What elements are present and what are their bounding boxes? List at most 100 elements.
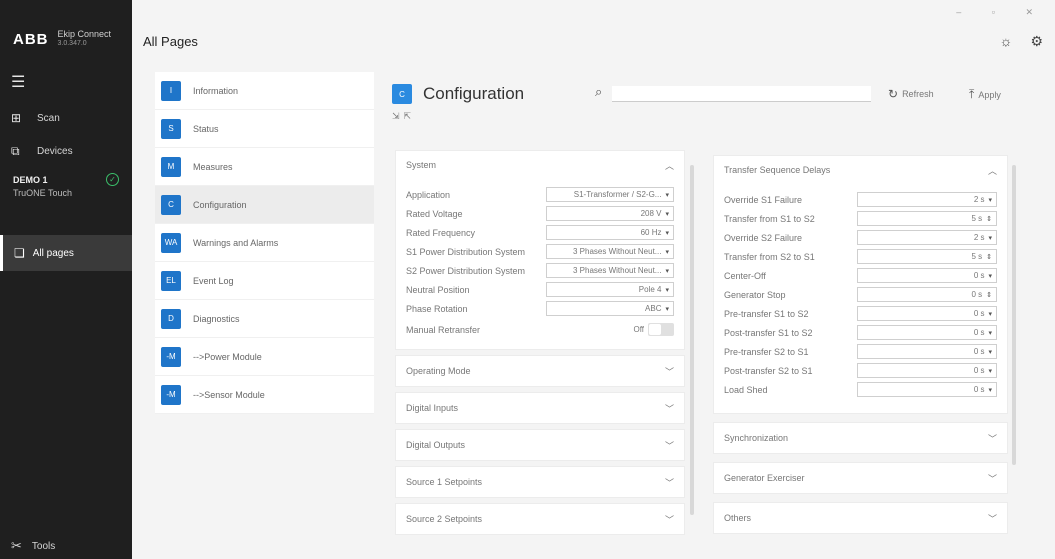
lightbulb-icon[interactable]: ☼	[1000, 33, 1013, 49]
header-icons: ☼ ⚙	[982, 33, 1043, 50]
page-badge: I	[161, 80, 181, 101]
field-dropdown[interactable]: 2 s ▾	[857, 230, 997, 245]
delay-field-row: Center-Off 0 s ▾	[714, 266, 1007, 285]
field-label: Override S2 Failure	[724, 232, 803, 243]
sidebar-item-tools[interactable]: ✂ Tools	[11, 538, 55, 554]
hamburger-icon[interactable]: ☰	[11, 72, 25, 92]
system-field-row: S1 Power Distribution System 3 Phases Wi…	[396, 242, 684, 261]
field-value: 3 Phases Without Neut...	[572, 266, 662, 275]
page-badge: M	[161, 156, 181, 177]
sidebar-item-scan[interactable]: ⊞ Scan	[0, 103, 132, 133]
chevron-down-icon: ﹀	[664, 403, 674, 414]
delays-header[interactable]: Transfer Sequence Delays ︿	[714, 156, 1007, 184]
page-label: Warnings and Alarms	[193, 237, 279, 248]
page-item[interactable]: EL Event Log	[155, 262, 374, 300]
field-value: 0 s	[971, 290, 983, 299]
delays-panel: Transfer Sequence Delays ︿ Override S1 F…	[713, 155, 1008, 414]
system-field-row: S2 Power Distribution System 3 Phases Wi…	[396, 261, 684, 280]
chevron-up-icon[interactable]: ︿	[988, 164, 997, 177]
field-dropdown[interactable]: 0 s ▾	[857, 306, 997, 321]
search-input[interactable]	[612, 86, 871, 102]
page-item[interactable]: M Measures	[155, 148, 374, 186]
field-dropdown[interactable]: 0 s ▾	[857, 325, 997, 340]
page-item[interactable]: WA Warnings and Alarms	[155, 224, 374, 262]
section-header[interactable]: Digital Outputs ﹀	[395, 429, 685, 461]
page-label: Diagnostics	[193, 313, 240, 324]
device-entry[interactable]: DEMO 1 TruONE Touch ✓	[13, 173, 123, 198]
manual-retransfer-row: Manual Retransfer Off	[396, 320, 684, 339]
expand-all-icon[interactable]: ⇲	[392, 111, 404, 121]
field-value: 0 s	[973, 385, 985, 394]
apply-label: Apply	[978, 89, 1001, 100]
field-label: Center-Off	[724, 270, 766, 281]
section-header[interactable]: Digital Inputs ﹀	[395, 392, 685, 424]
field-value: 5 s	[971, 214, 983, 223]
expand-collapse-icons[interactable]: ⇲⇱	[392, 111, 415, 122]
spinner-icon: ⇕	[986, 253, 992, 261]
field-label: Neutral Position	[406, 284, 470, 295]
field-label: Pre-transfer S2 to S1	[724, 346, 809, 357]
page-item[interactable]: -M -->Sensor Module	[155, 376, 374, 414]
field-label: S1 Power Distribution System	[406, 246, 526, 257]
page-badge: D	[161, 308, 181, 329]
window-controls[interactable]: ‒ ▫ ✕	[956, 7, 1047, 18]
page-badge: -M	[161, 384, 181, 405]
dropdown-arrow-icon: ▾	[665, 305, 669, 313]
gear-icon[interactable]: ⚙	[1030, 33, 1043, 49]
field-dropdown[interactable]: Pole 4 ▾	[546, 282, 674, 297]
chevron-down-icon: ﹀	[987, 513, 997, 524]
field-spinner[interactable]: 0 s ⇕	[857, 287, 997, 302]
field-label: Generator Stop	[724, 289, 786, 300]
dropdown-arrow-icon: ▾	[988, 386, 992, 394]
section-header[interactable]: Synchronization ﹀	[713, 422, 1008, 454]
app-name: Ekip Connect	[57, 29, 112, 39]
dropdown-arrow-icon: ▾	[988, 329, 992, 337]
field-value: 0 s	[973, 271, 985, 280]
field-spinner[interactable]: 5 s ⇕	[857, 211, 997, 226]
field-dropdown[interactable]: 3 Phases Without Neut... ▾	[546, 244, 674, 259]
field-dropdown[interactable]: 0 s ▾	[857, 382, 997, 397]
field-dropdown[interactable]: 0 s ▾	[857, 344, 997, 359]
left-scrollbar[interactable]	[690, 165, 694, 515]
refresh-button[interactable]: ↻ Refresh	[888, 87, 934, 101]
sidebar-item-devices[interactable]: ⧉ Devices	[0, 136, 132, 166]
chevron-up-icon[interactable]: ︿	[665, 159, 674, 172]
right-scrollbar[interactable]	[1012, 165, 1016, 465]
collapse-all-icon[interactable]: ⇱	[404, 111, 416, 121]
field-dropdown[interactable]: 0 s ▾	[857, 268, 997, 283]
system-header[interactable]: System ︿	[396, 151, 684, 179]
field-dropdown[interactable]: 3 Phases Without Neut... ▾	[546, 263, 674, 278]
upload-icon: ⤒	[969, 87, 975, 101]
page-item[interactable]: D Diagnostics	[155, 300, 374, 338]
page-badge: EL	[161, 270, 181, 291]
field-dropdown[interactable]: 0 s ▾	[857, 363, 997, 378]
section-header[interactable]: Source 2 Setpoints ﹀	[395, 503, 685, 535]
section-header[interactable]: Others ﹀	[713, 502, 1008, 534]
field-value: 3 Phases Without Neut...	[572, 247, 662, 256]
dropdown-arrow-icon: ▾	[665, 267, 669, 275]
panel-title: Transfer Sequence Delays	[724, 165, 831, 175]
field-dropdown[interactable]: S1-Transformer / S2-G... ▾	[546, 187, 674, 202]
chevron-down-icon: ﹀	[987, 433, 997, 444]
page-item[interactable]: S Status	[155, 110, 374, 148]
field-dropdown[interactable]: 2 s ▾	[857, 192, 997, 207]
page-item[interactable]: I Information	[155, 72, 374, 110]
field-dropdown[interactable]: 60 Hz ▾	[546, 225, 674, 240]
apply-button[interactable]: ⤒ Apply	[969, 87, 1001, 102]
sidebar-item-all-pages[interactable]: ❏ All pages	[0, 235, 132, 271]
field-dropdown[interactable]: ABC ▾	[546, 301, 674, 316]
section-header[interactable]: Generator Exerciser ﹀	[713, 462, 1008, 494]
section-title: Operating Mode	[406, 366, 471, 376]
field-spinner[interactable]: 5 s ⇕	[857, 249, 997, 264]
delay-field-row: Pre-transfer S1 to S2 0 s ▾	[714, 304, 1007, 323]
section-header[interactable]: Operating Mode ﹀	[395, 355, 685, 387]
page-item[interactable]: C Configuration	[155, 186, 374, 224]
section-header[interactable]: Source 1 Setpoints ﹀	[395, 466, 685, 498]
system-field-row: Phase Rotation ABC ▾	[396, 299, 684, 318]
system-field-row: Rated Frequency 60 Hz ▾	[396, 223, 684, 242]
manual-retransfer-toggle[interactable]: Off	[633, 323, 674, 336]
page-label: Measures	[193, 161, 233, 172]
field-dropdown[interactable]: 208 V ▾	[546, 206, 674, 221]
page-item[interactable]: -M -->Power Module	[155, 338, 374, 376]
delay-field-row: Post-transfer S2 to S1 0 s ▾	[714, 361, 1007, 380]
